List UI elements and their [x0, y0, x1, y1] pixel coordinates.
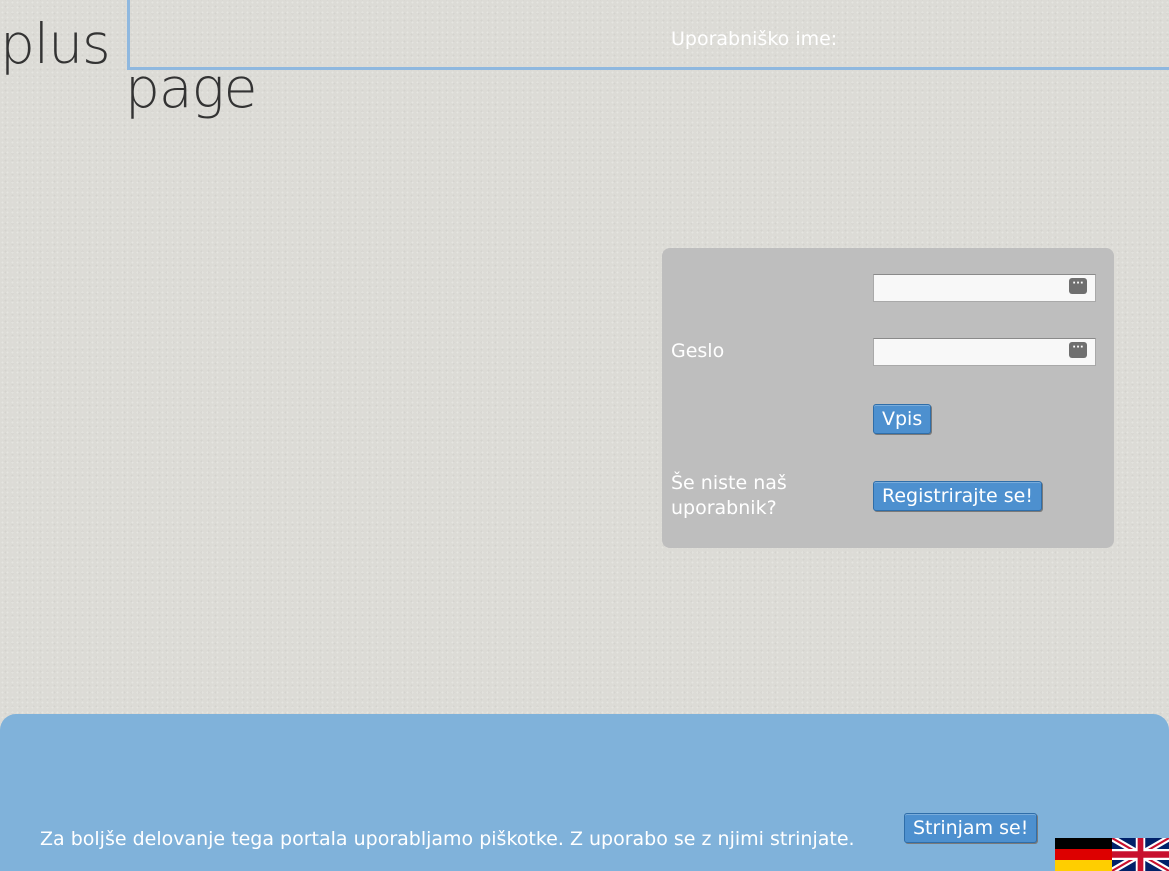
register-prompt: Še niste naš uporabnik? [671, 472, 787, 519]
register-button[interactable]: Registrirajte se! [873, 481, 1042, 511]
login-form: Uporabniško ime: ··· Geslo ··· Vpis Še n… [662, 28, 1114, 548]
password-label: Geslo [671, 340, 725, 362]
logo-horizontal-line [127, 67, 1169, 70]
logo-word-page: page [125, 56, 257, 120]
login-button[interactable]: Vpis [873, 404, 932, 434]
german-flag-icon[interactable] [1055, 838, 1112, 871]
logo-word-plus: plus [0, 12, 111, 76]
cookie-banner: Za boljše delovanje tega portala uporabl… [0, 714, 1169, 871]
password-input[interactable] [873, 338, 1096, 366]
password-manager-icon[interactable]: ··· [1069, 342, 1087, 358]
cookie-accept-button[interactable]: Strinjam se! [904, 813, 1038, 843]
cookie-message: Za boljše delovanje tega portala uporabl… [40, 828, 855, 850]
uk-flag-icon[interactable] [1112, 838, 1169, 871]
password-manager-icon[interactable]: ··· [1069, 278, 1087, 294]
username-input[interactable] [873, 274, 1096, 302]
username-label: Uporabniško ime: [671, 28, 838, 50]
